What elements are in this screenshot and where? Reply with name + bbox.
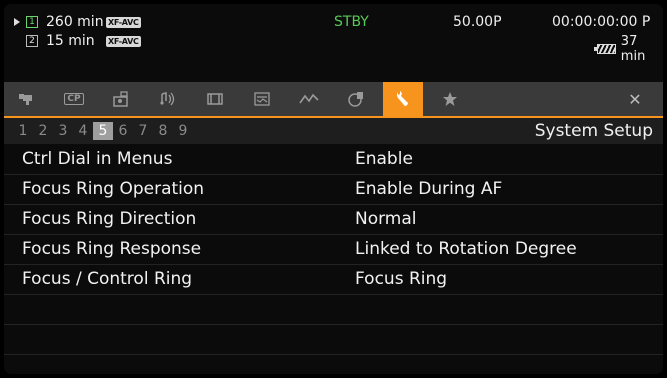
setting-row-focus-ring-response[interactable]: Focus Ring Response Linked to Rotation D… bbox=[4, 235, 663, 265]
setting-value: Focus Ring bbox=[355, 269, 448, 289]
slot-2-icon: 2 bbox=[26, 35, 38, 47]
frame-rate: 50.00P bbox=[453, 14, 502, 30]
setting-value: Enable During AF bbox=[355, 179, 503, 199]
recording-setup-icon bbox=[113, 91, 128, 107]
record-mode: STBY bbox=[334, 14, 369, 30]
page-5[interactable]: 5 bbox=[93, 122, 113, 140]
slot-2-remaining: 15 min bbox=[46, 33, 95, 49]
setting-row-focus-control-ring[interactable]: Focus / Control Ring Focus Ring bbox=[4, 265, 663, 295]
lcd-vf-setup-icon bbox=[254, 92, 270, 106]
page-9[interactable]: 9 bbox=[173, 122, 193, 140]
battery-icon bbox=[594, 44, 616, 54]
network-icon bbox=[348, 92, 363, 107]
setting-label: Ctrl Dial in Menus bbox=[22, 149, 173, 169]
tab-recording-setup[interactable] bbox=[101, 82, 141, 116]
setting-row-focus-ring-operation[interactable]: Focus Ring Operation Enable During AF bbox=[4, 175, 663, 205]
star-icon bbox=[443, 92, 457, 106]
video-setup-icon bbox=[207, 93, 223, 105]
setting-value: Normal bbox=[355, 209, 417, 229]
tab-network-settings[interactable] bbox=[336, 82, 376, 116]
setting-value: Enable bbox=[355, 149, 413, 169]
setting-label: Focus / Control Ring bbox=[22, 269, 193, 289]
slot-2-format: XF-AVC bbox=[106, 35, 141, 47]
empty-row bbox=[4, 355, 663, 374]
page-7[interactable]: 7 bbox=[133, 122, 153, 140]
slot-2-status: 2 15 min XF-AVC bbox=[26, 33, 141, 49]
wrench-icon bbox=[397, 91, 408, 106]
page-4[interactable]: 4 bbox=[73, 122, 93, 140]
camera-icon bbox=[19, 94, 32, 105]
tab-video-setup[interactable] bbox=[195, 82, 235, 116]
tab-system-setup[interactable] bbox=[383, 82, 423, 116]
play-indicator-icon bbox=[14, 18, 20, 26]
tab-custom-picture[interactable]: CP bbox=[54, 82, 94, 116]
empty-row bbox=[4, 295, 663, 325]
close-icon: ✕ bbox=[628, 89, 642, 109]
setting-value: Linked to Rotation Degree bbox=[355, 239, 577, 259]
assistance-functions-icon bbox=[299, 93, 319, 104]
tab-audio-setup[interactable] bbox=[148, 82, 188, 116]
tab-assistance-functions[interactable] bbox=[289, 82, 329, 116]
setting-row-ctrl-dial-in-menus[interactable]: Ctrl Dial in Menus Enable bbox=[4, 145, 663, 175]
menu-tab-bar: CP ✕ bbox=[4, 82, 663, 116]
page-6[interactable]: 6 bbox=[113, 122, 133, 140]
page-2[interactable]: 2 bbox=[33, 122, 53, 140]
battery-remaining: 37 min bbox=[620, 34, 646, 64]
page-selector: 1 2 3 4 5 6 7 8 9 bbox=[13, 122, 193, 140]
setting-label: Focus Ring Response bbox=[22, 239, 202, 259]
page-8[interactable]: 8 bbox=[153, 122, 173, 140]
tab-lcd-vf-setup[interactable] bbox=[242, 82, 282, 116]
audio-icon bbox=[160, 92, 175, 106]
tab-my-menu[interactable] bbox=[430, 82, 470, 116]
battery-status: 37 min bbox=[594, 34, 663, 64]
slot-1-format: XF-AVC bbox=[106, 16, 141, 28]
custom-picture-icon: CP bbox=[64, 93, 84, 105]
page-bar: 1 2 3 4 5 6 7 8 9 System Setup bbox=[4, 118, 663, 144]
setting-label: Focus Ring Direction bbox=[22, 209, 197, 229]
menu-screen: 1 260 min XF-AVC 2 15 min XF-AVC STBY 50… bbox=[4, 4, 663, 374]
slot-1-remaining: 260 min bbox=[46, 14, 104, 30]
close-menu-button[interactable]: ✕ bbox=[615, 82, 655, 116]
setting-row-focus-ring-direction[interactable]: Focus Ring Direction Normal bbox=[4, 205, 663, 235]
slot-1-status: 1 260 min XF-AVC bbox=[14, 14, 141, 30]
page-1[interactable]: 1 bbox=[13, 122, 33, 140]
empty-row bbox=[4, 325, 663, 355]
status-bar: 1 260 min XF-AVC 2 15 min XF-AVC STBY 50… bbox=[4, 4, 663, 80]
slot-1-icon: 1 bbox=[26, 16, 38, 28]
setting-label: Focus Ring Operation bbox=[22, 179, 205, 199]
timecode: 00:00:00:00 P bbox=[552, 14, 651, 30]
page-3[interactable]: 3 bbox=[53, 122, 73, 140]
section-title: System Setup bbox=[534, 121, 653, 141]
tab-camera-setup[interactable] bbox=[7, 82, 47, 116]
settings-list: Ctrl Dial in Menus Enable Focus Ring Ope… bbox=[4, 145, 663, 374]
